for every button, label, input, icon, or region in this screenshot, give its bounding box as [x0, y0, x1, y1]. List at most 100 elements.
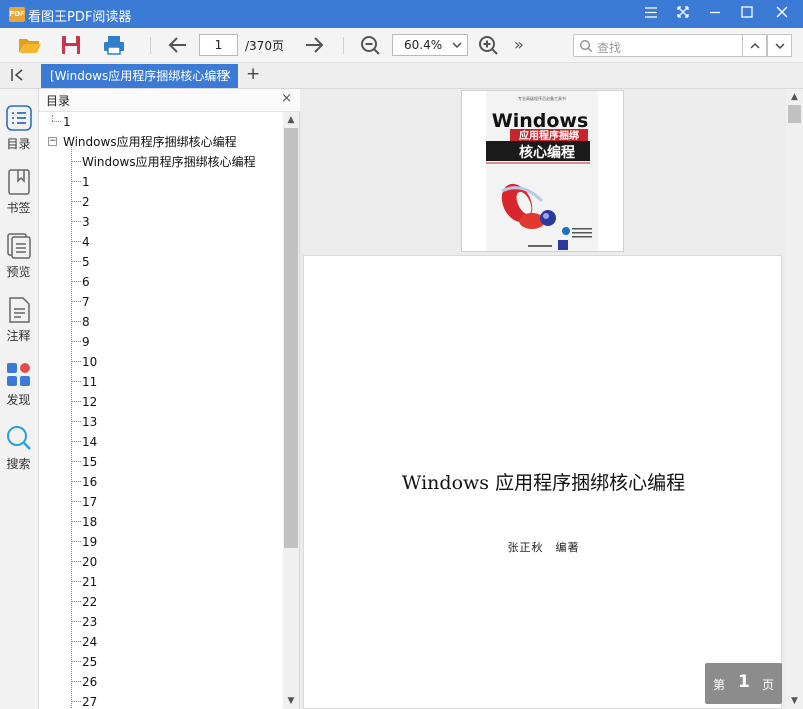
app-title: 看图王PDF阅读器	[28, 10, 132, 25]
toc-item[interactable]: 2	[82, 192, 90, 212]
toc-item-root[interactable]: 1	[63, 112, 71, 132]
toc-item[interactable]: 24	[82, 632, 97, 652]
toc-item[interactable]: 10	[82, 352, 97, 372]
toc-item[interactable]: 13	[82, 412, 97, 432]
scroll-down-icon[interactable]: ▼	[283, 693, 299, 709]
toc-item[interactable]: 20	[82, 552, 97, 572]
toc-item[interactable]: 7	[82, 292, 90, 312]
toc-item[interactable]: 6	[82, 272, 90, 292]
tree-connector	[72, 461, 81, 462]
page-indicator-suffix: 页	[762, 678, 775, 692]
zoom-out-icon[interactable]	[358, 33, 384, 57]
tree-connector	[71, 147, 72, 709]
tree-connector	[72, 481, 81, 482]
toc-item[interactable]: 17	[82, 492, 97, 512]
toc-item[interactable]: 3	[82, 212, 90, 232]
page-number-input[interactable]: 1	[199, 34, 238, 56]
toc-close-icon[interactable]: ×	[281, 91, 292, 106]
maximize-icon[interactable]	[731, 0, 763, 28]
scroll-up-icon[interactable]: ▲	[283, 112, 299, 128]
scroll-down-icon[interactable]: ▼	[786, 693, 803, 709]
sidebar-item-bookmark[interactable]: 书签	[0, 169, 39, 225]
sidebar-item-preview[interactable]: 预览	[0, 233, 39, 289]
toc-item[interactable]: 9	[82, 332, 90, 352]
collapse-node-icon[interactable]: −	[48, 137, 57, 146]
document-scrollbar[interactable]: ▲ ▼	[786, 89, 803, 709]
fullscreen-icon[interactable]	[667, 0, 699, 28]
toc-item[interactable]: 23	[82, 612, 97, 632]
toc-item[interactable]: 8	[82, 312, 90, 332]
scroll-up-icon[interactable]: ▲	[786, 89, 803, 105]
arrow-left-icon[interactable]	[165, 33, 191, 57]
search-next-button[interactable]	[767, 34, 792, 57]
toc-tree: 1 − Windows应用程序捆绑核心编程 Windows应用程序捆绑核心编程 1…	[39, 112, 283, 709]
tree-connector	[72, 561, 81, 562]
document-view[interactable]: 专业高级程序员必备工具书 Windows 应用程序捆绑 核心编程 Windows…	[300, 89, 803, 709]
toc-item[interactable]: 16	[82, 472, 97, 492]
tree-connector	[72, 621, 81, 622]
tree-connector	[72, 581, 81, 582]
toc-item-book[interactable]: Windows应用程序捆绑核心编程	[63, 132, 237, 152]
toc-item[interactable]: 27	[82, 692, 97, 709]
toc-item[interactable]: 5	[82, 252, 90, 272]
zoom-in-icon[interactable]	[476, 33, 502, 57]
tree-connector	[72, 361, 81, 362]
toc-item[interactable]: 14	[82, 432, 97, 452]
tree-connector	[72, 321, 81, 322]
scroll-thumb[interactable]	[788, 105, 801, 123]
tab-close-icon[interactable]: ×	[221, 64, 232, 88]
more-tools-button[interactable]: »	[514, 35, 524, 54]
menu-icon[interactable]	[635, 0, 667, 28]
close-icon[interactable]	[766, 0, 798, 28]
print-icon[interactable]	[101, 33, 127, 57]
tab-label: [Windows应用程序捆绑核心编程	[50, 69, 229, 83]
toc-item[interactable]: 26	[82, 672, 97, 692]
minimize-icon[interactable]	[699, 0, 731, 28]
toc-item[interactable]: 21	[82, 572, 97, 592]
search-input[interactable]: 查找	[573, 34, 743, 57]
toolbar-separator	[343, 37, 344, 54]
tree-connector	[72, 161, 81, 162]
sidebar-item-discover[interactable]: 发现	[0, 361, 39, 417]
toc-item[interactable]: 18	[82, 512, 97, 532]
page-indicator: 第 1 页	[705, 663, 782, 704]
tree-connector	[72, 221, 81, 222]
toc-item[interactable]: 22	[82, 592, 97, 612]
scroll-thumb[interactable]	[284, 128, 298, 548]
sidebar-item-toc[interactable]: 目录	[0, 105, 39, 161]
cover-title-en: Windows	[492, 110, 589, 132]
add-tab-button[interactable]: +	[246, 64, 260, 84]
tree-connector	[72, 701, 81, 702]
save-icon[interactable]	[59, 33, 85, 57]
annotation-icon	[9, 297, 30, 323]
tree-connector	[72, 341, 81, 342]
folder-open-icon[interactable]	[17, 33, 43, 57]
toc-item[interactable]: 19	[82, 532, 97, 552]
toc-item[interactable]: 12	[82, 392, 97, 412]
toc-item[interactable]: 11	[82, 372, 97, 392]
toc-item[interactable]: Windows应用程序捆绑核心编程	[82, 152, 256, 172]
cover-series-line: 专业高级程序员必备工具书	[518, 95, 566, 101]
toc-scrollbar[interactable]: ▲ ▼	[283, 112, 299, 709]
sidebar-item-annotation[interactable]: 注释	[0, 297, 39, 353]
toc-item[interactable]: 15	[82, 452, 97, 472]
toc-item[interactable]: 25	[82, 652, 97, 672]
zoom-select[interactable]: 60.4%	[392, 34, 468, 56]
toc-header: 目录 ×	[39, 89, 300, 112]
tree-connector	[72, 281, 81, 282]
sidebar-item-label: 预览	[6, 265, 31, 279]
search-prev-button[interactable]	[742, 34, 767, 57]
tree-connector	[72, 541, 81, 542]
tree-connector	[72, 201, 81, 202]
cover-page[interactable]: 专业高级程序员必备工具书 Windows 应用程序捆绑 核心编程	[461, 90, 624, 252]
arrow-right-icon[interactable]	[301, 33, 327, 57]
toc-item[interactable]: 1	[82, 172, 90, 192]
sidebar-item-label: 目录	[6, 137, 31, 151]
toc-item[interactable]: 4	[82, 232, 90, 252]
tree-connector	[72, 381, 81, 382]
tab-document[interactable]: [Windows应用程序捆绑核心编程 ×	[41, 64, 238, 88]
cover-title-main: 核心编程	[519, 144, 575, 161]
sidebar-item-search[interactable]: 搜索	[0, 425, 39, 481]
pdf-page[interactable]: Windows 应用程序捆绑核心编程 张正秋 编著	[303, 255, 782, 709]
collapse-sidebar-icon[interactable]	[9, 67, 25, 87]
